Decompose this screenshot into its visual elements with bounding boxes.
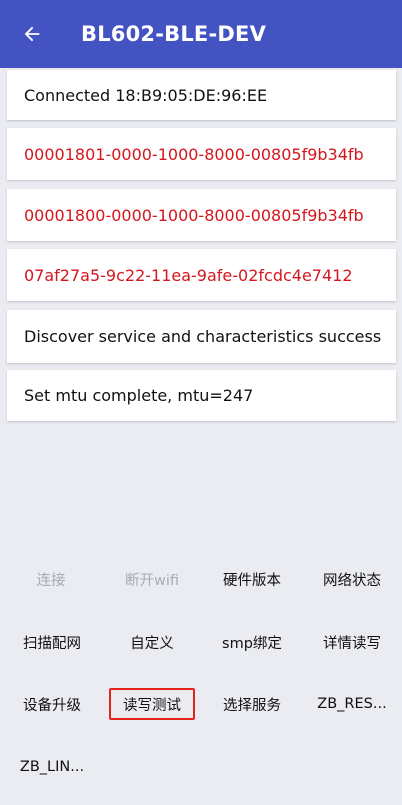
- app-bar: BL602-BLE-DEV: [0, 0, 402, 68]
- message-service-uuid: 00001801-0000-1000-8000-00805f9b34fb: [7, 128, 396, 180]
- message-text: 07af27a5-9c22-11ea-9afe-02fcdc4e7412: [24, 265, 353, 285]
- zb-link-button[interactable]: ZB_LIN...: [12, 751, 92, 783]
- custom-button[interactable]: 自定义: [112, 626, 192, 658]
- connect-button[interactable]: 连接: [14, 563, 88, 595]
- message-text: Discover service and characteristics suc…: [24, 327, 382, 346]
- page-title: BL602-BLE-DEV: [81, 22, 267, 46]
- message-service-uuid: 07af27a5-9c22-11ea-9afe-02fcdc4e7412: [7, 249, 396, 301]
- read-write-test-button[interactable]: 读写测试: [109, 688, 195, 720]
- disconnect-wifi-button[interactable]: 断开wifi: [110, 563, 194, 595]
- back-button[interactable]: [0, 0, 64, 68]
- network-status-button[interactable]: 网络状态: [312, 563, 392, 595]
- smp-bind-button[interactable]: smp绑定: [212, 626, 292, 658]
- message-text: 00001800-0000-1000-8000-00805f9b34fb: [24, 205, 364, 225]
- hardware-version-button[interactable]: 硬件版本: [212, 563, 292, 595]
- message-discover: Discover service and characteristics suc…: [7, 310, 396, 363]
- zb-reset-button[interactable]: ZB_RES...: [312, 688, 392, 720]
- select-service-button[interactable]: 选择服务: [212, 688, 292, 720]
- message-service-uuid: 00001800-0000-1000-8000-00805f9b34fb: [7, 189, 396, 241]
- arrow-left-icon: [24, 26, 40, 42]
- message-mtu: Set mtu complete, mtu=247: [7, 370, 396, 421]
- device-upgrade-button[interactable]: 设备升级: [12, 688, 92, 720]
- scan-provision-button[interactable]: 扫描配网: [12, 626, 92, 658]
- message-text: Set mtu complete, mtu=247: [24, 386, 254, 405]
- detail-read-write-button[interactable]: 详情读写: [312, 626, 392, 658]
- message-text: Connected 18:B9:05:DE:96:EE: [24, 85, 268, 105]
- message-connected: Connected 18:B9:05:DE:96:EE: [7, 70, 396, 120]
- message-text: 00001801-0000-1000-8000-00805f9b34fb: [24, 144, 364, 164]
